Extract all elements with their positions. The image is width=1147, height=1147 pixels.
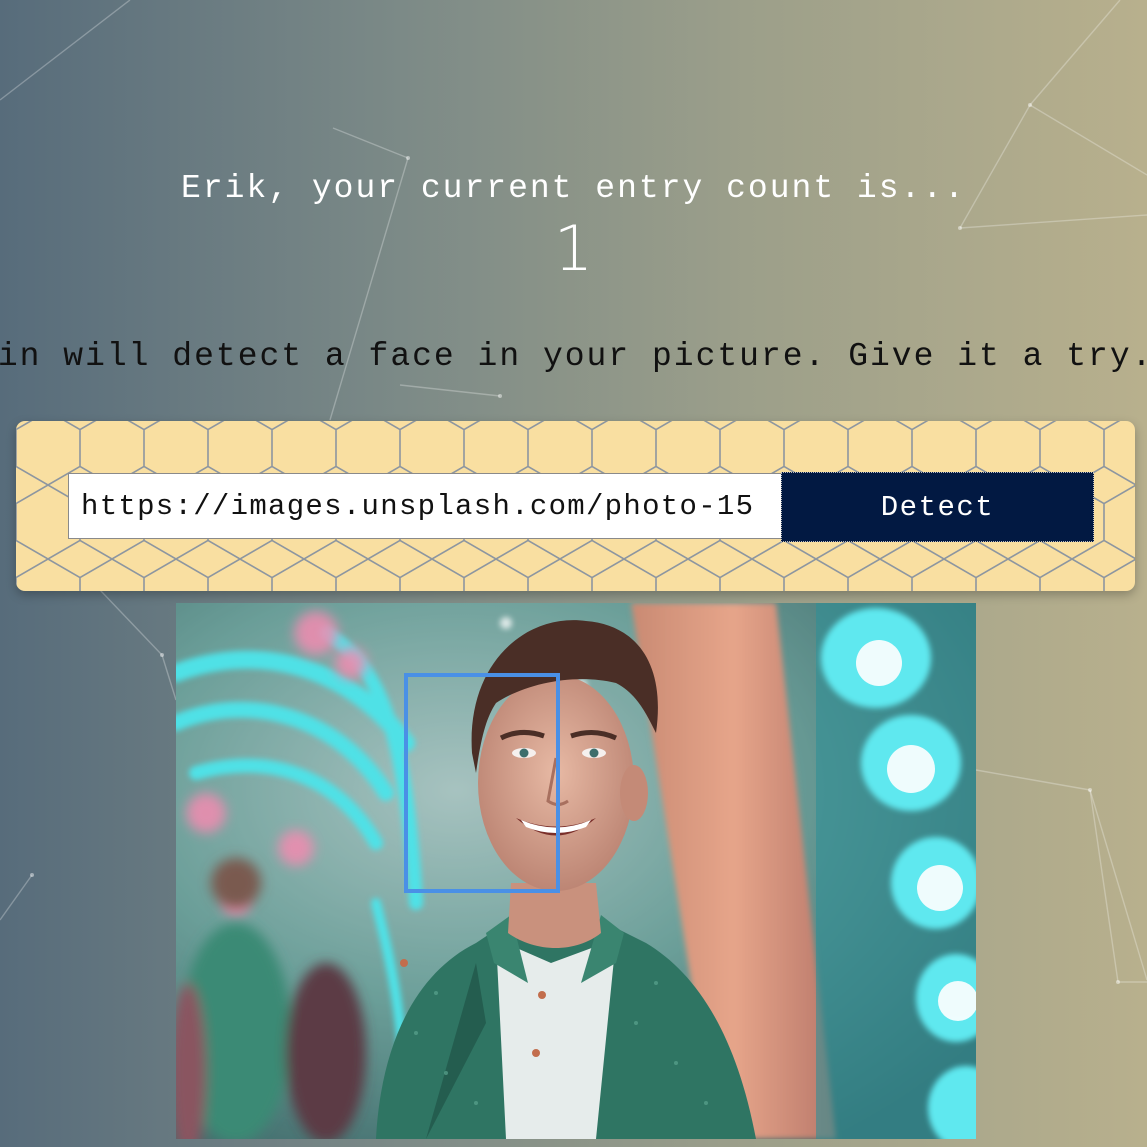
image-link-form: Detect: [16, 421, 1135, 591]
detect-button[interactable]: Detect: [781, 472, 1094, 542]
face-bounding-box: [404, 673, 560, 893]
face-image-container: [176, 603, 976, 1139]
input-photo: [176, 603, 976, 1139]
entry-count-message: Erik, your current entry count is...: [181, 170, 966, 207]
intro-marquee: This Magic Brain will detect a face in y…: [0, 338, 1147, 388]
image-url-input[interactable]: [68, 473, 782, 539]
entry-count-value: 1: [553, 212, 594, 285]
intro-text: This Magic Brain will detect a face in y…: [0, 338, 1147, 375]
